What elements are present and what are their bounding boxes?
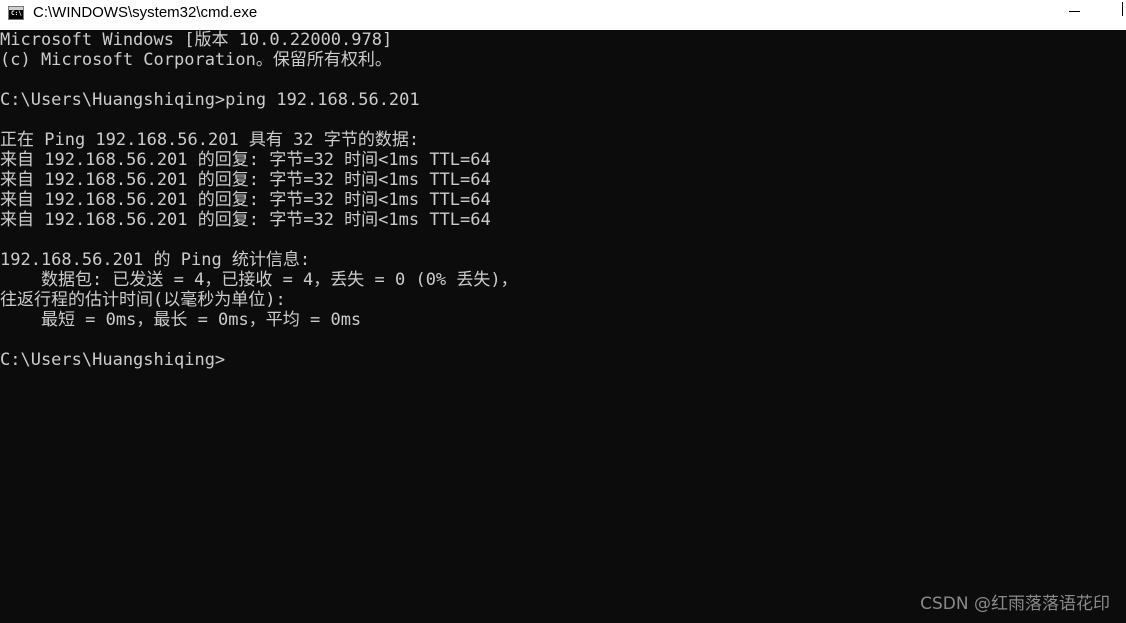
console-line: 最短 = 0ms，最长 = 0ms，平均 = 0ms [0, 310, 362, 330]
console-output[interactable]: Microsoft Windows [版本 10.0.22000.978] (c… [0, 30, 1126, 623]
console-line: 来自 192.168.56.201 的回复: 字节=32 时间<1ms TTL=… [0, 210, 491, 230]
maximize-button[interactable] [1100, 0, 1126, 30]
console-line: 往返行程的估计时间(以毫秒为单位): [0, 290, 286, 310]
console-line: C:\Users\Huangshiqing>ping 192.168.56.20… [0, 90, 420, 110]
minimize-button[interactable] [1051, 0, 1097, 30]
title-bar[interactable]: C:\ C:\WINDOWS\system32\cmd.exe [0, 0, 1126, 30]
command-prompt[interactable]: C:\Users\Huangshiqing> [0, 350, 1126, 370]
console-line: 数据包: 已发送 = 4，已接收 = 4，丢失 = 0 (0% 丢失)， [0, 270, 518, 290]
watermark: CSDN @红雨落落语花印 [920, 594, 1110, 614]
cmd-icon: C:\ [8, 6, 24, 20]
console-line: (c) Microsoft Corporation。保留所有权利。 [0, 50, 392, 70]
console-line: 来自 192.168.56.201 的回复: 字节=32 时间<1ms TTL=… [0, 150, 491, 170]
console-line: 来自 192.168.56.201 的回复: 字节=32 时间<1ms TTL=… [0, 170, 491, 190]
console-line: 正在 Ping 192.168.56.201 具有 32 字节的数据: [0, 130, 420, 150]
console-line: Microsoft Windows [版本 10.0.22000.978] [0, 30, 393, 50]
console-line: 192.168.56.201 的 Ping 统计信息: [0, 250, 311, 270]
window-title: C:\WINDOWS\system32\cmd.exe [33, 4, 258, 21]
console-line: 来自 192.168.56.201 的回复: 字节=32 时间<1ms TTL=… [0, 190, 491, 210]
cmd-window: C:\ C:\WINDOWS\system32\cmd.exe Microsof… [0, 0, 1126, 623]
